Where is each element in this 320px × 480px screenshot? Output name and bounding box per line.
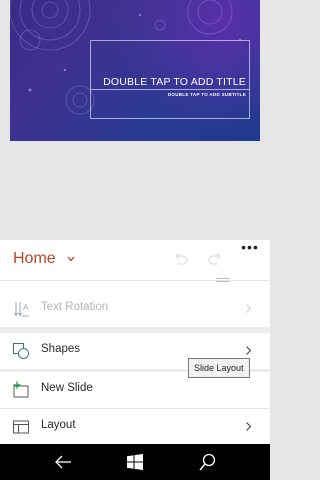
powerpoint-mobile-screen: DOUBLE TAP TO ADD TITLE DOUBLE TAP TO AD… bbox=[0, 0, 270, 480]
slide-canvas-area: DOUBLE TAP TO ADD TITLE DOUBLE TAP TO AD… bbox=[0, 0, 270, 240]
ribbon-tab-selector[interactable]: Home bbox=[13, 250, 56, 268]
shapes-icon bbox=[13, 343, 29, 359]
back-arrow-icon[interactable] bbox=[54, 454, 72, 470]
text-rotation-button[interactable]: A Text Rotation bbox=[0, 291, 270, 327]
svg-text:A: A bbox=[23, 303, 29, 312]
chevron-right-icon bbox=[246, 346, 252, 355]
text-rotation-label: Text Rotation bbox=[41, 301, 109, 313]
divider bbox=[0, 280, 270, 281]
layout-icon bbox=[13, 420, 29, 434]
chevron-right-icon bbox=[246, 304, 252, 313]
shapes-label: Shapes bbox=[41, 343, 81, 355]
redo-icon[interactable] bbox=[208, 252, 224, 266]
new-slide-label: New Slide bbox=[41, 382, 93, 394]
slide-subtitle-placeholder[interactable]: DOUBLE TAP TO ADD SUBTITLE bbox=[168, 92, 246, 97]
ribbon-header: Home bbox=[0, 240, 270, 282]
title-divider-line bbox=[90, 89, 250, 90]
search-icon[interactable] bbox=[199, 453, 216, 471]
layout-button[interactable]: Layout bbox=[0, 409, 270, 445]
more-options-button[interactable]: ••• bbox=[240, 240, 260, 258]
undo-icon[interactable] bbox=[172, 252, 188, 266]
chevron-right-icon bbox=[246, 422, 252, 431]
chevron-down-icon[interactable] bbox=[66, 254, 76, 264]
text-rotation-icon: A bbox=[14, 302, 29, 317]
new-slide-icon bbox=[13, 381, 29, 398]
slide-thumbnail[interactable]: DOUBLE TAP TO ADD TITLE DOUBLE TAP TO AD… bbox=[10, 0, 260, 141]
windows-start-icon[interactable] bbox=[127, 454, 143, 470]
slide-layout-tooltip: Slide Layout bbox=[188, 358, 250, 378]
layout-label: Layout bbox=[41, 419, 76, 431]
system-navigation-bar bbox=[0, 444, 270, 480]
slide-title-placeholder[interactable]: DOUBLE TAP TO ADD TITLE bbox=[103, 76, 246, 88]
